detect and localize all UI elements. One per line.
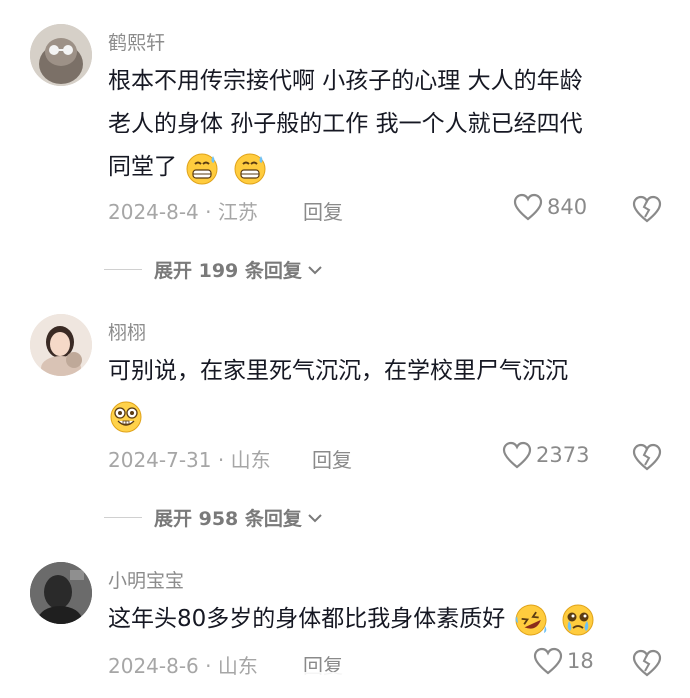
heart-outline-icon [513, 193, 543, 221]
username[interactable]: 鹤熙轩 [108, 28, 165, 55]
date-location: 2024-8-6 · 山东 [108, 654, 258, 678]
expand-replies[interactable]: 展开 958 条回复 [104, 504, 324, 531]
like-count: 840 [547, 195, 588, 219]
like-button[interactable]: 18 [533, 647, 594, 675]
nerd-grin-emoji [110, 401, 142, 432]
comment-line: 根本不用传宗接代啊 小孩子的心理 大人的年龄 [108, 68, 583, 94]
pleading-tears-emoji [562, 604, 594, 635]
comment-text: 可别说，在家里死气沉沉，在学校里尸气沉沉 [108, 350, 668, 438]
comment-line: 同堂了 [108, 154, 177, 180]
date-location: 2024-8-4 · 江苏 [108, 200, 258, 224]
like-button[interactable]: 2373 [502, 441, 589, 469]
expand-replies[interactable]: 展开 199 条回复 [104, 256, 324, 283]
comment-text: 根本不用传宗接代啊 小孩子的心理 大人的年龄 老人的身体 孙子般的工作 我一个人… [108, 60, 668, 189]
watermark-overlay [270, 672, 410, 698]
comment-line-emoji [108, 395, 668, 438]
avatar[interactable] [30, 24, 92, 86]
comment-line: 老人的身体 孙子般的工作 我一个人就已经四代 [108, 111, 583, 137]
username[interactable]: 小明宝宝 [108, 566, 184, 593]
expand-replies-label: 展开 199 条回复 [154, 260, 302, 282]
grimacing-sweat-emoji [186, 153, 218, 184]
divider-line [104, 517, 142, 518]
avatar-image [30, 24, 92, 86]
avatar-image [30, 562, 92, 624]
like-count: 2373 [536, 443, 590, 467]
divider-line [104, 269, 142, 270]
reply-button[interactable]: 回复 [312, 444, 352, 473]
comment-line: 这年头80多岁的身体都比我身体素质好 [108, 606, 506, 632]
heart-outline-icon [502, 441, 532, 469]
avatar-image [30, 314, 92, 376]
reply-button[interactable]: 回复 [303, 196, 343, 225]
like-button[interactable]: 840 [513, 193, 587, 221]
comment-line-last: 同堂了 [108, 146, 668, 189]
chevron-down-icon [308, 265, 322, 274]
broken-heart-icon[interactable] [632, 649, 662, 677]
like-count: 18 [567, 649, 594, 673]
heart-outline-icon [533, 647, 563, 675]
date-location: 2024-7-31 · 山东 [108, 448, 271, 472]
avatar[interactable] [30, 314, 92, 376]
grimacing-sweat-emoji [234, 153, 266, 184]
broken-heart-icon[interactable] [632, 443, 662, 471]
avatar[interactable] [30, 562, 92, 624]
username[interactable]: 栩栩 [108, 318, 146, 345]
comment-line: 可别说，在家里死气沉沉，在学校里尸气沉沉 [108, 358, 568, 384]
comment-line-last: 这年头80多岁的身体都比我身体素质好 [108, 598, 668, 641]
rolling-laughing-emoji [515, 604, 547, 635]
expand-replies-label: 展开 958 条回复 [154, 508, 302, 530]
broken-heart-icon[interactable] [632, 195, 662, 223]
comment-text: 这年头80多岁的身体都比我身体素质好 [108, 598, 668, 641]
chevron-down-icon [308, 513, 322, 522]
